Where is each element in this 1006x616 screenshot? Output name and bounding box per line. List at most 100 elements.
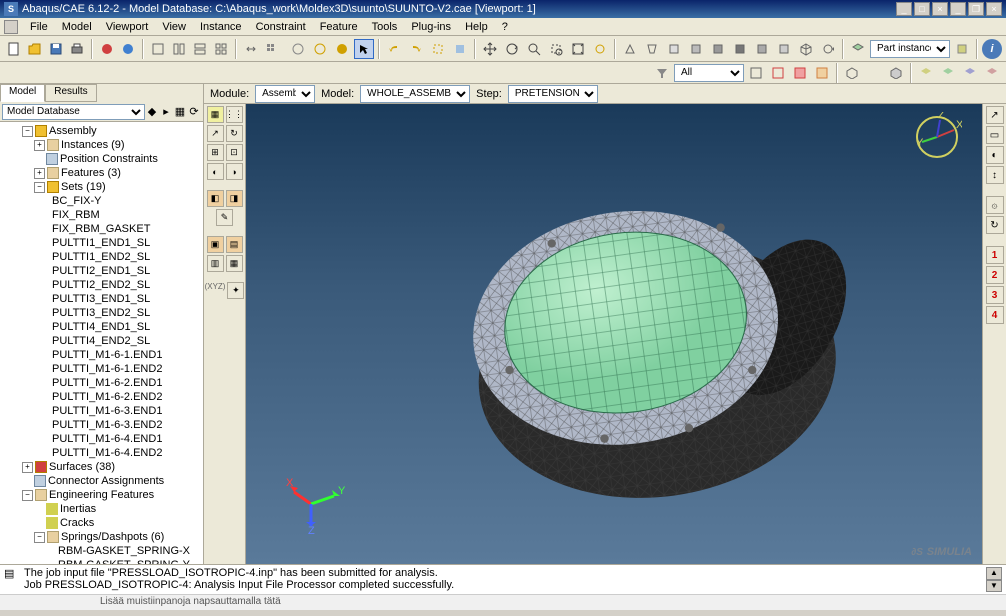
- scroll-up[interactable]: ▲: [986, 567, 1002, 580]
- tree-connectors[interactable]: Connector Assignments: [2, 474, 201, 488]
- bottom-button[interactable]: [730, 39, 750, 59]
- zoombox-button[interactable]: [546, 39, 566, 59]
- menu-about[interactable]: ?: [496, 21, 514, 33]
- inst-tool8[interactable]: ◑: [226, 163, 243, 180]
- inst-tool4[interactable]: ↻: [226, 125, 243, 142]
- rnum1[interactable]: 1: [986, 246, 1004, 264]
- inst-tool9[interactable]: ◧: [207, 190, 224, 207]
- inst-tool13[interactable]: ▤: [226, 236, 243, 253]
- step-combo[interactable]: PRETENSION: [508, 85, 598, 103]
- tree-tool3[interactable]: ▦: [173, 105, 187, 119]
- rtool6[interactable]: ↻: [986, 216, 1004, 234]
- tab-model[interactable]: Model: [0, 84, 45, 102]
- menu-feature[interactable]: Feature: [314, 21, 364, 33]
- tool-blue-icon[interactable]: [118, 39, 138, 59]
- menu-model[interactable]: Model: [56, 21, 98, 33]
- tree-set-item[interactable]: PULTTI4_END2_SL: [2, 334, 201, 348]
- iso-button[interactable]: [796, 39, 816, 59]
- module-combo[interactable]: Assembly: [255, 85, 315, 103]
- render3-button[interactable]: [886, 63, 906, 83]
- info-button[interactable]: i: [982, 39, 1002, 59]
- cycle-button[interactable]: [818, 39, 838, 59]
- tree-assembly[interactable]: −Assembly: [2, 124, 201, 138]
- status-hint[interactable]: Lisää muistiinpanoja napsauttamalla tätä: [0, 594, 1006, 610]
- circle2-icon[interactable]: [310, 39, 330, 59]
- menu-view[interactable]: View: [156, 21, 192, 33]
- tree-set-item[interactable]: PULTTI_M1-6-3.END1: [2, 404, 201, 418]
- rnum4[interactable]: 4: [986, 306, 1004, 324]
- left-button[interactable]: [752, 39, 772, 59]
- tree-set-item[interactable]: FIX_RBM_GASKET: [2, 222, 201, 236]
- tree-set-item[interactable]: PULTTI_M1-6-1.END1: [2, 348, 201, 362]
- right-button[interactable]: [774, 39, 794, 59]
- rnum3[interactable]: 3: [986, 286, 1004, 304]
- tree-set-item[interactable]: PULTTI_M1-6-4.END2: [2, 446, 201, 460]
- inst-triad[interactable]: ✦: [227, 282, 244, 299]
- inst-tool10[interactable]: ◨: [226, 190, 243, 207]
- tree-cracks[interactable]: Cracks: [2, 516, 201, 530]
- tree-set-item[interactable]: PULTTI3_END1_SL: [2, 292, 201, 306]
- inst-tool1[interactable]: ▦: [207, 106, 224, 123]
- rtool3[interactable]: ◐: [986, 146, 1004, 164]
- circle1-icon[interactable]: [288, 39, 308, 59]
- print-button[interactable]: [67, 39, 87, 59]
- shade3-button[interactable]: [960, 63, 980, 83]
- tree-tool4[interactable]: ⟳: [187, 105, 201, 119]
- menu-file[interactable]: File: [24, 21, 54, 33]
- tree-inertias[interactable]: Inertias: [2, 502, 201, 516]
- tree-springs[interactable]: −Springs/Dashpots (6): [2, 530, 201, 544]
- zoom-button[interactable]: [524, 39, 544, 59]
- top-button[interactable]: [708, 39, 728, 59]
- tree-engfeat[interactable]: −Engineering Features: [2, 488, 201, 502]
- fit-button[interactable]: [568, 39, 588, 59]
- display-button[interactable]: [848, 39, 868, 59]
- restore-button[interactable]: ❐: [968, 2, 984, 16]
- model-combo[interactable]: WHOLE_ASSEMBLY: [360, 85, 470, 103]
- rotate-button[interactable]: [502, 39, 522, 59]
- inst-tool7[interactable]: ◐: [207, 163, 224, 180]
- tree-spring-item[interactable]: RBM-GASKET_SPRING-Y: [2, 558, 201, 564]
- tree-instances[interactable]: +Instances (9): [2, 138, 201, 152]
- render2-button[interactable]: [864, 63, 884, 83]
- viewport2-button[interactable]: [169, 39, 189, 59]
- rtool2[interactable]: ▭: [986, 126, 1004, 144]
- tree-set-item[interactable]: PULTTI1_END1_SL: [2, 236, 201, 250]
- inst-tool3[interactable]: ↗: [207, 125, 224, 142]
- display2-button[interactable]: [952, 39, 972, 59]
- viewport3-button[interactable]: [190, 39, 210, 59]
- menu-instance[interactable]: Instance: [194, 21, 248, 33]
- front-button[interactable]: [664, 39, 684, 59]
- pan-button[interactable]: [480, 39, 500, 59]
- tree-features[interactable]: +Features (3): [2, 166, 201, 180]
- rtool4[interactable]: ↕: [986, 166, 1004, 184]
- inst-tool15[interactable]: ▦: [226, 255, 243, 272]
- part-combo[interactable]: Part instances: [870, 40, 950, 58]
- inst-tool12[interactable]: ▣: [207, 236, 224, 253]
- fit2-button[interactable]: [590, 39, 610, 59]
- tree-sets[interactable]: −Sets (19): [2, 180, 201, 194]
- tree-tool1[interactable]: ◆: [145, 105, 159, 119]
- tree-set-item[interactable]: PULTTI_M1-6-4.END1: [2, 432, 201, 446]
- tree-tool2[interactable]: ▸: [159, 105, 173, 119]
- scroll-down[interactable]: ▼: [986, 580, 1002, 593]
- render1-button[interactable]: [842, 63, 862, 83]
- tree-set-item[interactable]: PULTTI2_END2_SL: [2, 278, 201, 292]
- menu-tools[interactable]: Tools: [366, 21, 404, 33]
- tree-set-item[interactable]: PULTTI_M1-6-2.END1: [2, 376, 201, 390]
- tree-set-item[interactable]: PULTTI_M1-6-1.END2: [2, 362, 201, 376]
- rtool5[interactable]: ۞: [986, 196, 1004, 214]
- inst-tool6[interactable]: ⊡: [226, 144, 243, 161]
- rtool1[interactable]: ↗: [986, 106, 1004, 124]
- view1-button[interactable]: [450, 39, 470, 59]
- minimize2-button[interactable]: _: [950, 2, 966, 16]
- shade2-button[interactable]: [938, 63, 958, 83]
- filter-icon[interactable]: [652, 63, 672, 83]
- tree-set-item[interactable]: PULTTI1_END2_SL: [2, 250, 201, 264]
- minimize-button[interactable]: _: [896, 2, 912, 16]
- persp2-button[interactable]: [642, 39, 662, 59]
- tree-set-item[interactable]: PULTTI4_END1_SL: [2, 320, 201, 334]
- tab-results[interactable]: Results: [45, 84, 96, 102]
- menu-viewport[interactable]: Viewport: [100, 21, 155, 33]
- select-button[interactable]: [428, 39, 448, 59]
- redo-button[interactable]: [406, 39, 426, 59]
